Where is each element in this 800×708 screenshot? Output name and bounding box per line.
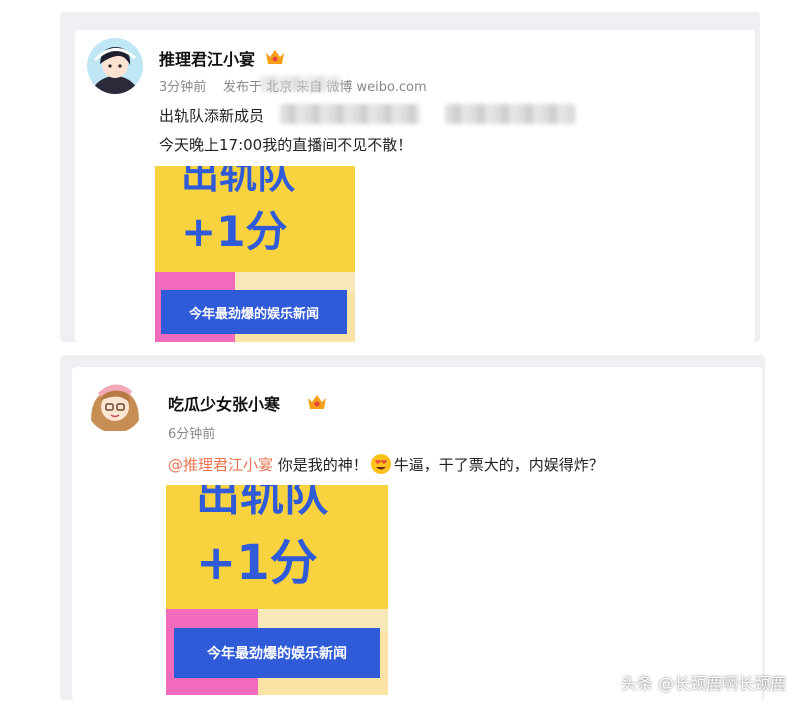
post-panel-2: 吃瓜少女张小寒 6分钟前 @推理君江小宴 你是我的神！ 牛逼，干了票大的，内娱得炸… xyxy=(60,355,765,700)
post-image[interactable]: 出轨队 +1分 今年最劲爆的娱乐新闻 xyxy=(155,166,355,342)
post-card-2: 吃瓜少女张小寒 6分钟前 @推理君江小宴 你是我的神！ 牛逼，干了票大的，内娱得炸… xyxy=(72,367,762,700)
poster-banner: 今年最劲爆的娱乐新闻 xyxy=(174,628,380,678)
blurred-region xyxy=(280,104,420,124)
post-image[interactable]: 出轨队 +1分 今年最劲爆的娱乐新闻 xyxy=(166,485,388,695)
post-text-line-1: 出轨队添新成员 xyxy=(159,107,265,125)
poster-banner: 今年最劲爆的娱乐新闻 xyxy=(161,290,347,334)
mention-link[interactable]: @推理君江小宴 xyxy=(168,456,273,474)
blurred-region xyxy=(445,104,575,124)
poster-score: +1分 xyxy=(196,535,318,591)
poster-headline: 出轨队 xyxy=(196,485,328,521)
vip-badge-icon xyxy=(307,394,327,410)
avatar-boy-icon[interactable] xyxy=(87,38,143,94)
comment-text: @推理君江小宴 你是我的神！ 牛逼，干了票大的，内娱得炸？ xyxy=(168,453,604,475)
vip-badge-icon xyxy=(265,49,285,65)
blurred-region xyxy=(260,76,340,92)
post-text-line-2: 今天晚上17:00我的直播间不见不散！ xyxy=(159,136,413,154)
post-time: 3分钟前 xyxy=(159,80,207,95)
post-time: 6分钟前 xyxy=(168,427,216,442)
avatar-girl-icon[interactable] xyxy=(86,375,144,433)
comment-text-a: 你是我的神！ xyxy=(273,456,368,474)
comment-text-b: 牛逼，干了票大的，内娱得炸？ xyxy=(393,456,604,474)
heart-eyes-emoji-icon xyxy=(370,453,392,475)
post-author-name[interactable]: 吃瓜少女张小寒 xyxy=(168,391,280,415)
poster-score: +1分 xyxy=(181,207,288,256)
poster-headline: 出轨队 xyxy=(181,166,296,197)
post-panel-1: 推理君江小宴 3分钟前 发布于 北京 来自 微博 weibo.com 出轨队添新… xyxy=(60,12,760,342)
watermark: 头条 @长颈鹿啊长颈鹿 xyxy=(620,674,786,693)
post-author-name[interactable]: 推理君江小宴 xyxy=(159,46,255,70)
post-card-1: 推理君江小宴 3分钟前 发布于 北京 来自 微博 weibo.com 出轨队添新… xyxy=(75,30,755,342)
